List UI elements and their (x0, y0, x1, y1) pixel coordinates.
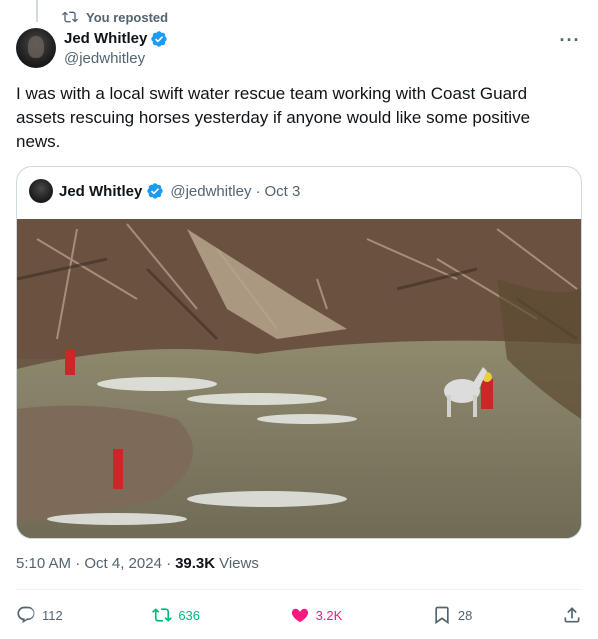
views-label: Views (219, 555, 259, 572)
repost-button[interactable]: 636 (152, 597, 200, 633)
quoted-separator: · (255, 182, 261, 200)
quoted-author-name: Jed Whitley (59, 182, 143, 200)
reply-count: 112 (42, 607, 63, 623)
share-icon (564, 607, 580, 623)
bookmark-button[interactable]: 28 (432, 597, 472, 633)
quoted-photo[interactable] (17, 219, 581, 538)
quoted-tweet-card[interactable]: Jed Whitley @jedwhitley · Oct 3 (16, 166, 582, 539)
reply-icon (17, 606, 35, 624)
repost-banner-label: You reposted (86, 9, 169, 25)
repost-count: 636 (178, 607, 201, 623)
bookmark-count: 28 (457, 607, 473, 623)
author-display-name[interactable]: Jed Whitley (64, 29, 147, 49)
author-info: Jed Whitley @jedwhitley (64, 29, 168, 69)
thread-connector-line (36, 0, 38, 22)
divider (16, 589, 582, 590)
verified-badge-icon (147, 183, 164, 199)
more-icon[interactable]: ··· (558, 30, 582, 50)
like-button[interactable]: 3.2K (290, 597, 343, 633)
quoted-author-handle: @jedwhitley (170, 182, 252, 200)
reply-button[interactable]: 112 (16, 597, 63, 633)
timestamp[interactable]: 5:10 AM · Oct 4, 2024 · (16, 555, 171, 572)
repost-icon (152, 608, 173, 622)
action-bar: 112 636 3.2K 28 (16, 597, 582, 633)
tweet-header: Jed Whitley @jedwhitley ··· (16, 28, 582, 70)
verified-badge-icon (151, 31, 168, 47)
quoted-avatar (29, 179, 53, 203)
repost-icon (62, 11, 78, 23)
share-button[interactable] (562, 597, 582, 633)
like-count: 3.2K (315, 607, 343, 623)
author-name-row[interactable]: Jed Whitley (64, 29, 168, 49)
repost-banner: You reposted (62, 8, 168, 26)
bookmark-icon (435, 606, 449, 625)
views-count: 39.3K (175, 555, 216, 572)
quoted-tweet-header: Jed Whitley @jedwhitley · Oct 3 (29, 179, 300, 203)
quoted-date: Oct 3 (264, 182, 301, 200)
avatar[interactable] (16, 28, 56, 68)
river-rescue-photo (17, 219, 581, 538)
heart-icon (291, 608, 308, 623)
tweet-meta: 5:10 AM · Oct 4, 2024 · 39.3K Views (16, 555, 259, 572)
author-handle[interactable]: @jedwhitley (64, 49, 168, 69)
tweet-text: I was with a local swift water rescue te… (16, 84, 531, 151)
